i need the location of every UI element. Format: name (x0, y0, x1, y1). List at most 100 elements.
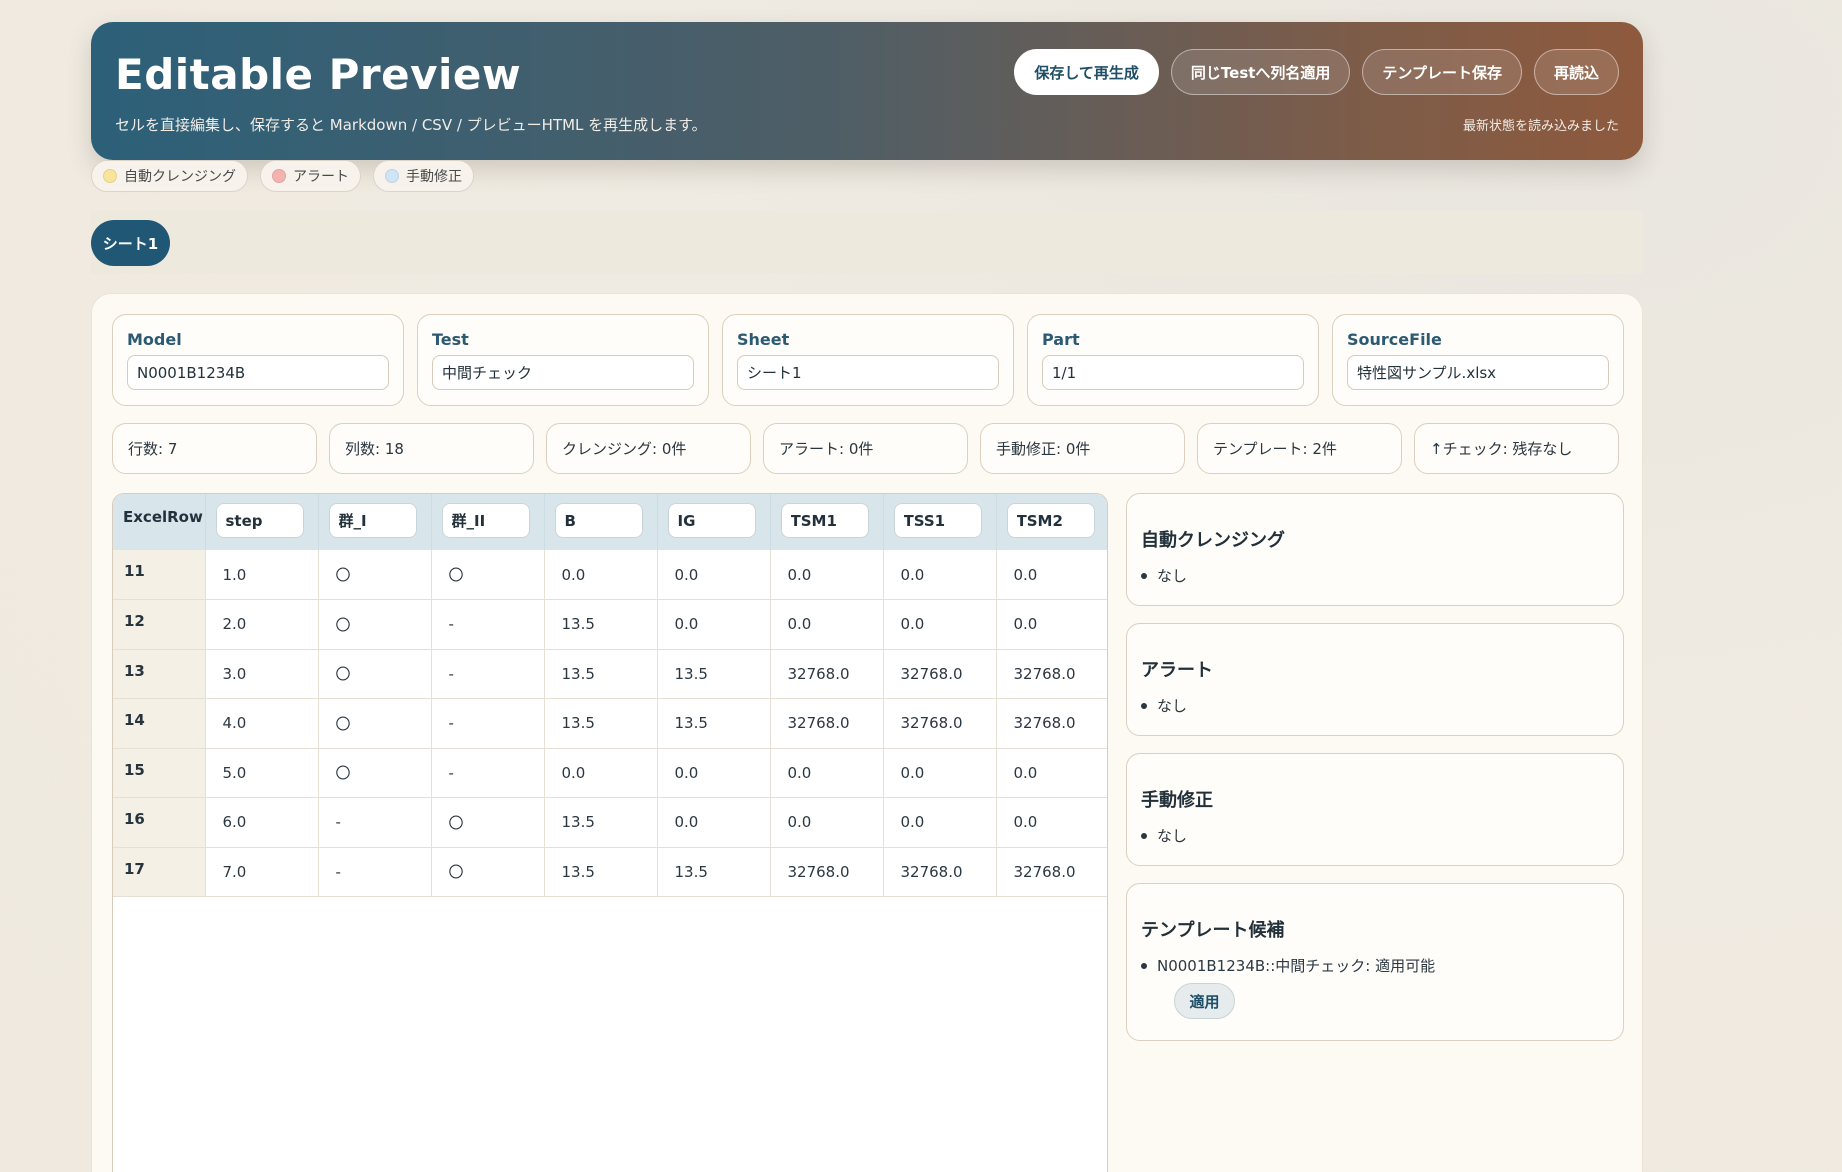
header-banner: Editable Preview セルを直接編集し、保存すると Markdown… (91, 22, 1643, 160)
table-cell[interactable]: 0.0 (544, 550, 658, 600)
table-cell[interactable]: 13.5 (657, 847, 771, 897)
table-cell[interactable]: 32768.0 (996, 649, 1107, 699)
model-input[interactable] (127, 355, 389, 390)
table-cell[interactable]: 0.0 (883, 748, 997, 798)
table-row: 12 2.0 〇 - 13.5 0.0 0.0 0.0 0.0 (113, 599, 1107, 650)
part-input[interactable] (1042, 355, 1304, 390)
table-cell[interactable]: - (431, 698, 545, 749)
table-cell[interactable]: 0.0 (657, 599, 771, 650)
apply-column-names-button[interactable]: 同じTestへ列名適用 (1170, 49, 1351, 95)
table-cell[interactable]: 1.0 (205, 550, 319, 600)
save-template-button[interactable]: テンプレート保存 (1362, 49, 1522, 95)
table-cell[interactable]: 32768.0 (996, 847, 1107, 897)
table-cell[interactable]: 32768.0 (883, 847, 997, 897)
column-name-input[interactable] (554, 503, 643, 538)
table-cell[interactable]: 3.0 (205, 649, 319, 699)
stat-templates: テンプレート: 2件 (1197, 423, 1402, 474)
table-cell[interactable]: 0.0 (657, 748, 771, 798)
table-cell[interactable]: 0.0 (770, 797, 884, 848)
column-header (205, 494, 319, 550)
table-cell[interactable]: - (318, 797, 432, 848)
list-item: なし (1141, 695, 1609, 716)
table-cell[interactable]: 13.5 (657, 649, 771, 699)
table-cell[interactable]: - (431, 748, 545, 798)
table-cell[interactable]: 0.0 (996, 797, 1107, 848)
table-cell[interactable]: 32768.0 (770, 649, 884, 699)
page-title: Editable Preview (115, 50, 522, 99)
stats-row: 行数: 7 列数: 18 クレンジング: 0件 アラート: 0件 手動修正: 0… (112, 423, 1619, 474)
list-item-text: なし (1157, 567, 1188, 585)
table-cell[interactable]: 32768.0 (883, 698, 997, 749)
table-cell[interactable]: 13.5 (544, 847, 658, 897)
column-name-input[interactable] (441, 503, 530, 538)
table-cell[interactable]: 13.5 (657, 698, 771, 749)
column-name-input[interactable] (328, 503, 417, 538)
table-cell[interactable]: 4.0 (205, 698, 319, 749)
column-name-input[interactable] (215, 503, 304, 538)
apply-template-button[interactable]: 適用 (1174, 983, 1235, 1019)
sourcefile-label: SourceFile (1347, 330, 1442, 349)
excel-row-number: 12 (113, 599, 206, 650)
table-cell[interactable]: 13.5 (544, 599, 658, 650)
alerts-card: アラート なし (1126, 623, 1624, 736)
table-cell[interactable]: - (431, 599, 545, 650)
table-cell[interactable]: 32768.0 (770, 847, 884, 897)
table-cell[interactable]: 0.0 (996, 748, 1107, 798)
table-cell[interactable]: 〇 (318, 550, 432, 600)
table-cell[interactable]: 13.5 (544, 797, 658, 848)
test-field-card: Test (417, 314, 709, 406)
sheet-tabs: シート1 (91, 211, 1643, 274)
table-cell[interactable]: 0.0 (883, 550, 997, 600)
column-name-input[interactable] (893, 503, 982, 538)
table-cell[interactable]: 32768.0 (883, 649, 997, 699)
column-name-input[interactable] (1006, 503, 1095, 538)
test-input[interactable] (432, 355, 694, 390)
table-cell[interactable]: 〇 (431, 797, 545, 848)
table-cell[interactable]: 〇 (431, 550, 545, 600)
table-cell[interactable]: 32768.0 (770, 698, 884, 749)
table-cell[interactable]: 0.0 (996, 599, 1107, 650)
bullet-icon (1141, 703, 1147, 709)
sheet-input[interactable] (737, 355, 999, 390)
sourcefile-field-card: SourceFile (1332, 314, 1624, 406)
table-cell[interactable]: - (318, 847, 432, 897)
model-label: Model (127, 330, 182, 349)
bullet-icon (1141, 833, 1147, 839)
header-actions: 保存して再生成 同じTestへ列名適用 テンプレート保存 再読込 (1014, 49, 1619, 95)
column-name-input[interactable] (780, 503, 869, 538)
table-cell[interactable]: 6.0 (205, 797, 319, 848)
cleansing-card: 自動クレンジング なし (1126, 493, 1624, 606)
tab-sheet1[interactable]: シート1 (91, 220, 170, 266)
sheet-label: Sheet (737, 330, 790, 349)
table-cell[interactable]: - (431, 649, 545, 699)
table-cell[interactable]: 2.0 (205, 599, 319, 650)
save-regenerate-button[interactable]: 保存して再生成 (1014, 49, 1159, 95)
table-cell[interactable]: 13.5 (544, 649, 658, 699)
table-cell[interactable]: 13.5 (544, 698, 658, 749)
table-cell[interactable]: 〇 (318, 649, 432, 699)
excel-row-number: 14 (113, 698, 206, 749)
table-cell[interactable]: 〇 (431, 847, 545, 897)
list-item-text: なし (1157, 827, 1188, 845)
table-cell[interactable]: 7.0 (205, 847, 319, 897)
reload-button[interactable]: 再読込 (1533, 49, 1619, 95)
table-cell[interactable]: 〇 (318, 748, 432, 798)
table-cell[interactable]: 0.0 (770, 599, 884, 650)
column-header (318, 494, 432, 550)
column-name-input[interactable] (667, 503, 756, 538)
table-cell[interactable]: 0.0 (770, 748, 884, 798)
table-cell[interactable]: 0.0 (883, 599, 997, 650)
table-cell[interactable]: 〇 (318, 599, 432, 650)
table-cell[interactable]: 0.0 (883, 797, 997, 848)
legend-label: 自動クレンジング (124, 169, 236, 185)
table-row: 15 5.0 〇 - 0.0 0.0 0.0 0.0 0.0 (113, 748, 1107, 798)
table-cell[interactable]: 0.0 (657, 797, 771, 848)
table-cell[interactable]: 0.0 (996, 550, 1107, 600)
table-cell[interactable]: 32768.0 (996, 698, 1107, 749)
table-cell[interactable]: 0.0 (657, 550, 771, 600)
sourcefile-input[interactable] (1347, 355, 1609, 390)
table-cell[interactable]: 〇 (318, 698, 432, 749)
table-cell[interactable]: 0.0 (770, 550, 884, 600)
table-cell[interactable]: 0.0 (544, 748, 658, 798)
table-cell[interactable]: 5.0 (205, 748, 319, 798)
